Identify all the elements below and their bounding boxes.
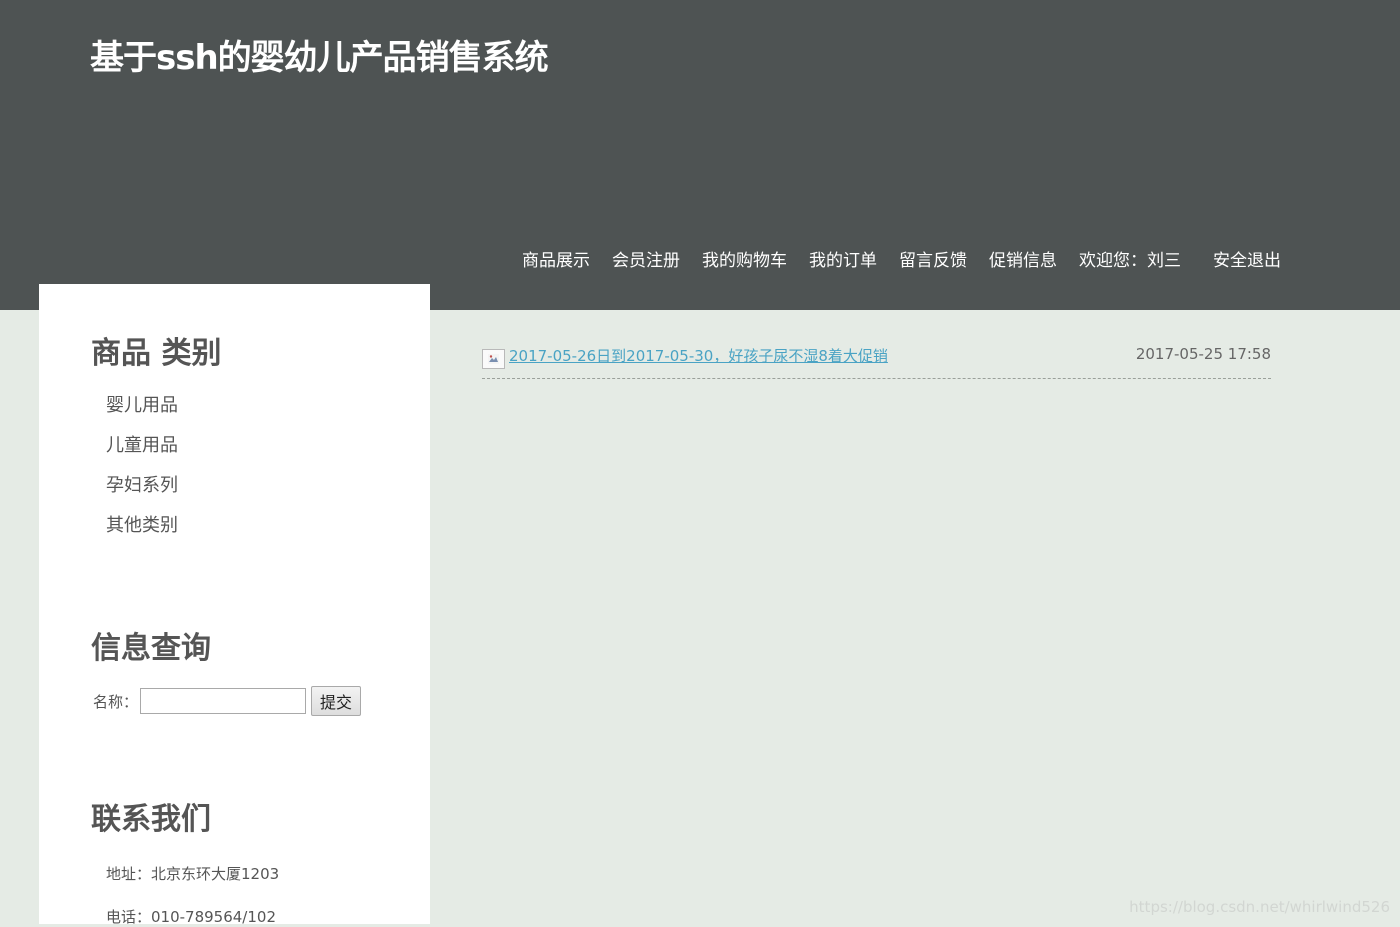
site-header: 基于ssh的婴幼儿产品销售系统 商品展示 会员注册 我的购物车 我的订单 留言反… (0, 0, 1400, 310)
nav-orders[interactable]: 我的订单 (809, 246, 877, 271)
welcome-text: 欢迎您：刘三 (1079, 251, 1181, 271)
watermark: https://blog.csdn.net/whirlwind526 (1129, 898, 1390, 916)
category-item-maternity[interactable]: 孕妇系列 (106, 472, 178, 512)
category-item-children[interactable]: 儿童用品 (106, 432, 178, 472)
search-heading: 信息查询 (91, 631, 211, 666)
search-label: 名称： (93, 692, 139, 711)
nav-register[interactable]: 会员注册 (612, 246, 680, 271)
promotion-row: 2017-05-26日到2017-05-30，好孩子尿不湿8着大促销 2017-… (482, 340, 1271, 379)
nav-products[interactable]: 商品展示 (522, 246, 590, 271)
category-item-infant[interactable]: 婴儿用品 (106, 392, 178, 432)
category-list: 婴儿用品 儿童用品 孕妇系列 其他类别 (106, 392, 178, 552)
category-heading: 商品 类别 (91, 336, 222, 371)
submit-button[interactable]: 提交 (311, 686, 362, 716)
search-form: 名称： 提交 (93, 686, 362, 716)
main-nav: 商品展示 会员注册 我的购物车 我的订单 留言反馈 促销信息 欢迎您：刘三 安全… (522, 246, 1303, 271)
contact-address: 地址：北京东环大厦1203 (106, 865, 280, 883)
promotion-date: 2017-05-25 17:58 (1135, 345, 1271, 363)
site-title: 基于ssh的婴幼儿产品销售系统 (90, 38, 549, 78)
nav-feedback[interactable]: 留言反馈 (899, 246, 967, 271)
promotion-link[interactable]: 2017-05-26日到2017-05-30，好孩子尿不湿8着大促销 (509, 345, 888, 366)
category-item-other[interactable]: 其他类别 (106, 512, 178, 552)
logout-link[interactable]: 安全退出 (1213, 246, 1281, 271)
sidebar: 商品 类别 婴儿用品 儿童用品 孕妇系列 其他类别 信息查询 名称： 提交 联系… (39, 284, 430, 926)
contact-heading: 联系我们 (91, 802, 211, 837)
nav-cart[interactable]: 我的购物车 (702, 246, 787, 271)
search-input[interactable] (140, 688, 307, 714)
nav-promotions[interactable]: 促销信息 (989, 246, 1057, 271)
broken-image-icon (482, 349, 505, 369)
